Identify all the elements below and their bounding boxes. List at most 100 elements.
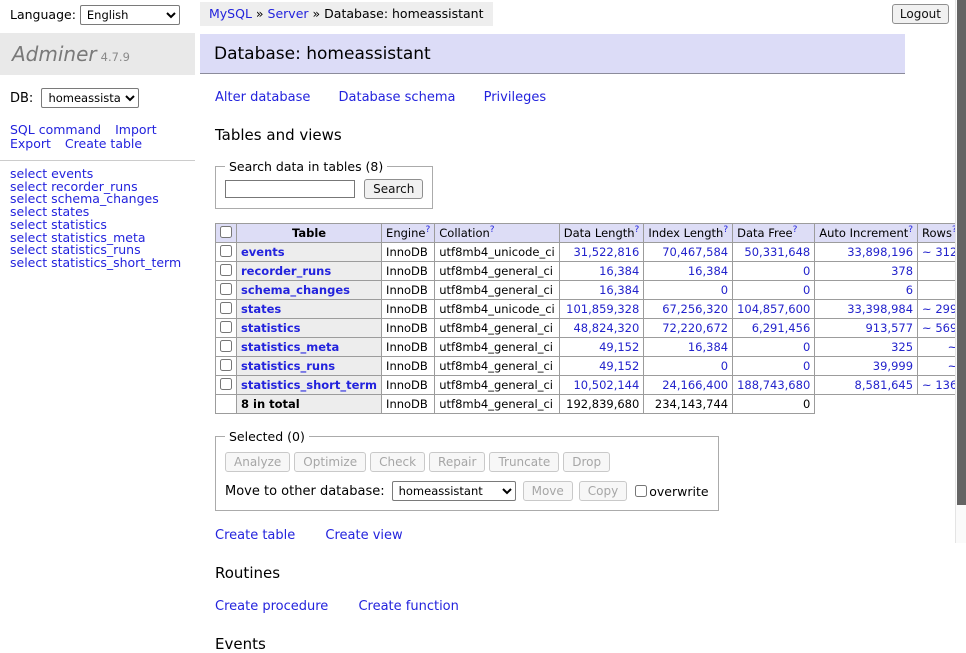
scrollbar-thumb[interactable]: [957, 0, 966, 505]
analyze-button[interactable]: Analyze: [225, 452, 290, 472]
sql-command-link[interactable]: SQL command: [10, 122, 101, 137]
copy-button[interactable]: Copy: [579, 481, 627, 501]
index-length-value-link[interactable]: 16,384: [688, 264, 728, 278]
table-name-cell: schema_changes: [237, 281, 382, 300]
index-length-value-link[interactable]: 70,467,584: [662, 245, 728, 259]
table-link-statistics_meta[interactable]: statistics_meta: [241, 340, 339, 354]
index-length-cell: 24,166,400: [644, 376, 733, 395]
move-button[interactable]: Move: [523, 481, 573, 501]
total-label-cell: 8 in total: [237, 395, 382, 414]
table-select-links: select eventsselect recorder_runsselect …: [10, 168, 195, 270]
data-free-value-link[interactable]: 0: [803, 264, 810, 278]
data-free-value-link[interactable]: 0: [803, 340, 810, 354]
table-link-statistics_short_term[interactable]: statistics_short_term: [241, 378, 377, 392]
data-length-value-link[interactable]: 48,824,320: [573, 321, 639, 335]
data-length-cell: 31,522,816: [559, 243, 644, 262]
column-help-link[interactable]: ?: [425, 225, 430, 235]
check-button[interactable]: Check: [370, 452, 425, 472]
table-link-recorder_runs[interactable]: recorder_runs: [241, 264, 331, 278]
row-checkbox[interactable]: [220, 264, 232, 276]
row-checkbox[interactable]: [220, 283, 232, 295]
create-function-link[interactable]: Create function: [358, 599, 458, 614]
column-help-link[interactable]: ?: [490, 225, 495, 235]
data-length-value-link[interactable]: 49,152: [599, 340, 639, 354]
engine-cell: InnoDB: [382, 300, 435, 319]
import-link[interactable]: Import: [115, 122, 157, 137]
auto-increment-value-link[interactable]: 8,581,645: [855, 378, 914, 392]
search-button[interactable]: Search: [364, 179, 423, 199]
data-length-value-link[interactable]: 16,384: [599, 264, 639, 278]
auto-increment-value-link[interactable]: 325: [891, 340, 913, 354]
column-help-link[interactable]: ?: [908, 225, 913, 235]
select-all-checkbox[interactable]: [220, 226, 232, 238]
vertical-scrollbar[interactable]: [955, 0, 966, 543]
auto-increment-value-link[interactable]: 39,999: [873, 359, 913, 373]
breadcrumb-server-link[interactable]: Server: [268, 6, 309, 21]
breadcrumb-separator: »: [256, 6, 264, 21]
table-row: events InnoDButf8mb4_unicode_ci 31,522,816…: [216, 243, 966, 262]
data-free-value-link[interactable]: 104,857,600: [737, 302, 810, 316]
row-checkbox-cell: [216, 281, 237, 300]
column-help-link[interactable]: ?: [635, 225, 640, 235]
index-length-value-link[interactable]: 67,256,320: [662, 302, 728, 316]
db-select[interactable]: homeassistant: [41, 88, 139, 108]
auto-increment-value-link[interactable]: 33,398,984: [847, 302, 913, 316]
create-procedure-link[interactable]: Create procedure: [215, 599, 328, 614]
auto-increment-value-link[interactable]: 6: [906, 283, 913, 297]
data-length-value-link[interactable]: 10,502,144: [573, 378, 639, 392]
index-length-value-link[interactable]: 16,384: [688, 340, 728, 354]
data-free-value-link[interactable]: 0: [803, 283, 810, 297]
table-link-events[interactable]: events: [241, 245, 285, 259]
index-length-value-link[interactable]: 0: [721, 359, 728, 373]
row-checkbox[interactable]: [220, 359, 232, 371]
breadcrumb-mysql-link[interactable]: MySQL: [209, 6, 252, 21]
collation-cell: utf8mb4_unicode_ci: [435, 243, 560, 262]
create-table-link-main[interactable]: Create table: [215, 528, 295, 543]
row-checkbox[interactable]: [220, 302, 232, 314]
table-link-statistics_runs[interactable]: statistics_runs: [241, 359, 335, 373]
table-link-statistics[interactable]: statistics: [241, 321, 301, 335]
search-input[interactable]: [225, 180, 355, 198]
move-database-select[interactable]: homeassistant: [392, 481, 516, 501]
overwrite-checkbox[interactable]: [635, 485, 647, 497]
engine-cell: InnoDB: [382, 243, 435, 262]
table-row: statisticsInnoDButf8mb4_general_ci48,824…: [216, 319, 966, 338]
data-free-value-link[interactable]: 0: [803, 359, 810, 373]
index-length-value-link[interactable]: 24,166,400: [662, 378, 728, 392]
create-table-link[interactable]: Create table: [65, 136, 142, 151]
auto-increment-value-link[interactable]: 33,898,196: [847, 245, 913, 259]
data-length-value-link[interactable]: 16,384: [599, 283, 639, 297]
export-link[interactable]: Export: [10, 136, 51, 151]
table-link-schema_changes[interactable]: schema_changes: [241, 283, 350, 297]
data-free-value-link[interactable]: 6,291,456: [752, 321, 811, 335]
auto-increment-value-link[interactable]: 913,577: [865, 321, 913, 335]
optimize-button[interactable]: Optimize: [294, 452, 366, 472]
database-schema-link[interactable]: Database schema: [339, 90, 456, 105]
column-help-link[interactable]: ?: [723, 225, 728, 235]
index-length-value-link[interactable]: 72,220,672: [662, 321, 728, 335]
data-length-value-link[interactable]: 31,522,816: [573, 245, 639, 259]
data-free-value-link[interactable]: 188,743,680: [737, 378, 810, 392]
row-checkbox[interactable]: [220, 321, 232, 333]
data-length-value-link[interactable]: 49,152: [599, 359, 639, 373]
data-free-value-link[interactable]: 50,331,648: [744, 245, 810, 259]
alter-database-link[interactable]: Alter database: [215, 90, 310, 105]
data-length-cell: 48,824,320: [559, 319, 644, 338]
row-checkbox[interactable]: [220, 340, 232, 352]
language-select[interactable]: English: [80, 5, 180, 25]
sidebar-select-link[interactable]: select statistics_short_term: [10, 257, 195, 270]
drop-button[interactable]: Drop: [563, 452, 610, 472]
privileges-link[interactable]: Privileges: [484, 90, 547, 105]
repair-button[interactable]: Repair: [429, 452, 485, 472]
table-link-states[interactable]: states: [241, 302, 281, 316]
auto-increment-value-link[interactable]: 378: [891, 264, 913, 278]
tables-overview-body: eventsInnoDButf8mb4_unicode_ci31,522,816…: [216, 243, 966, 414]
data-length-value-link[interactable]: 101,859,328: [566, 302, 639, 316]
row-checkbox[interactable]: [220, 245, 232, 257]
column-help-link[interactable]: ?: [793, 225, 798, 235]
index-length-value-link[interactable]: 0: [721, 283, 728, 297]
create-view-link[interactable]: Create view: [325, 528, 402, 543]
truncate-button[interactable]: Truncate: [489, 452, 559, 472]
row-checkbox[interactable]: [220, 378, 232, 390]
logout-button[interactable]: Logout: [892, 4, 949, 24]
